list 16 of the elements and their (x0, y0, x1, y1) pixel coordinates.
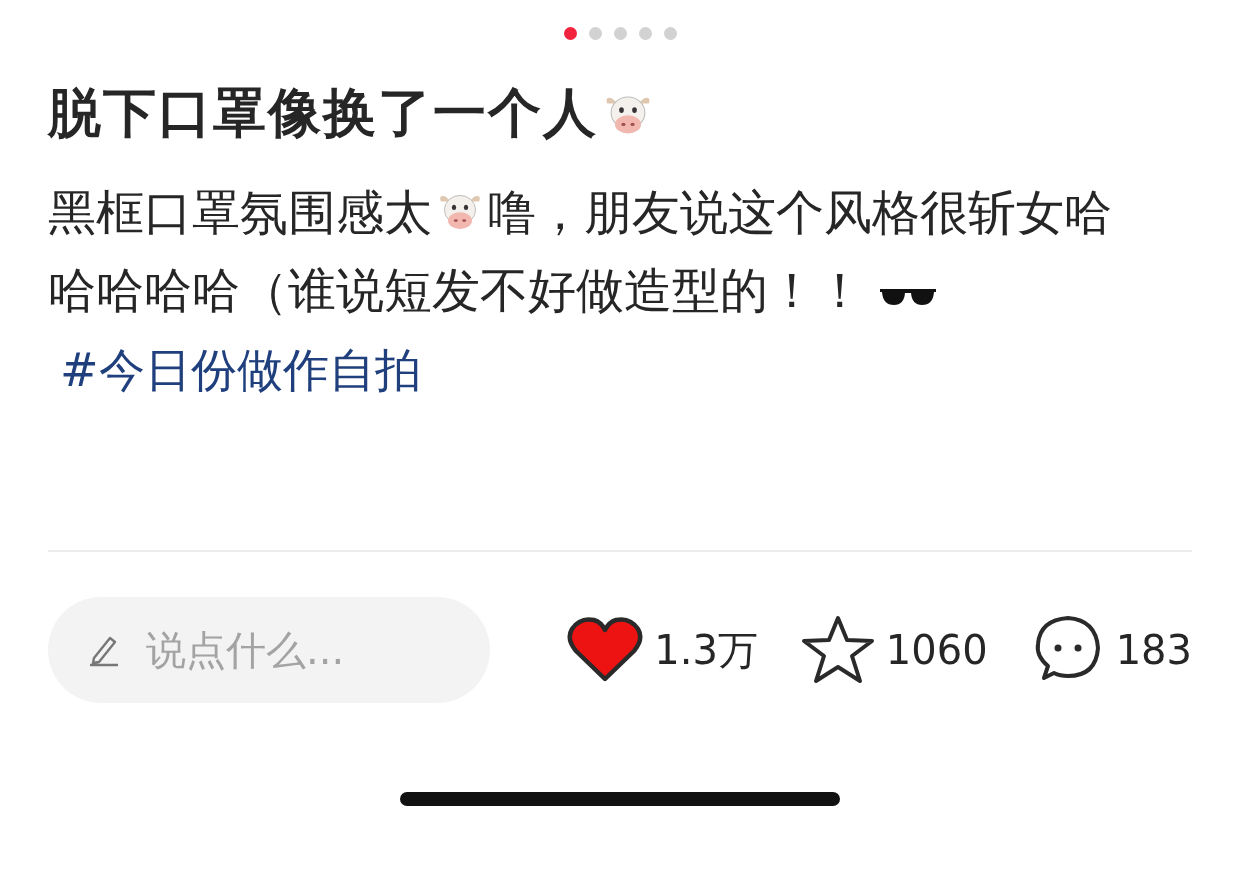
carousel-dot[interactable] (638, 27, 652, 40)
carousel-dot[interactable] (588, 27, 602, 40)
post-body-text: 黑框口罩氛围感太 (48, 184, 432, 240)
favorite-count: 1060 (885, 627, 988, 673)
like-count: 1.3万 (654, 625, 758, 675)
post-body-text: 噜，朋友说这个风格很斩女哈 (488, 184, 1112, 240)
post-title: 脱下口罩像换了一个人 (48, 81, 598, 145)
carousel-dot[interactable] (663, 27, 677, 40)
carousel-dot[interactable] (613, 27, 627, 40)
star-icon[interactable] (799, 614, 876, 686)
comment-input[interactable]: 说点什么... (144, 626, 448, 674)
hashtag-link[interactable]: #今日份做作自拍 (60, 331, 421, 409)
comment-field[interactable]: 说点什么... (48, 597, 490, 703)
carousel-dot[interactable] (563, 27, 577, 40)
comment-count: 183 (1115, 627, 1192, 673)
post-body-text: 哈哈哈哈（谁说短发不好做造型的！！ (48, 262, 864, 318)
